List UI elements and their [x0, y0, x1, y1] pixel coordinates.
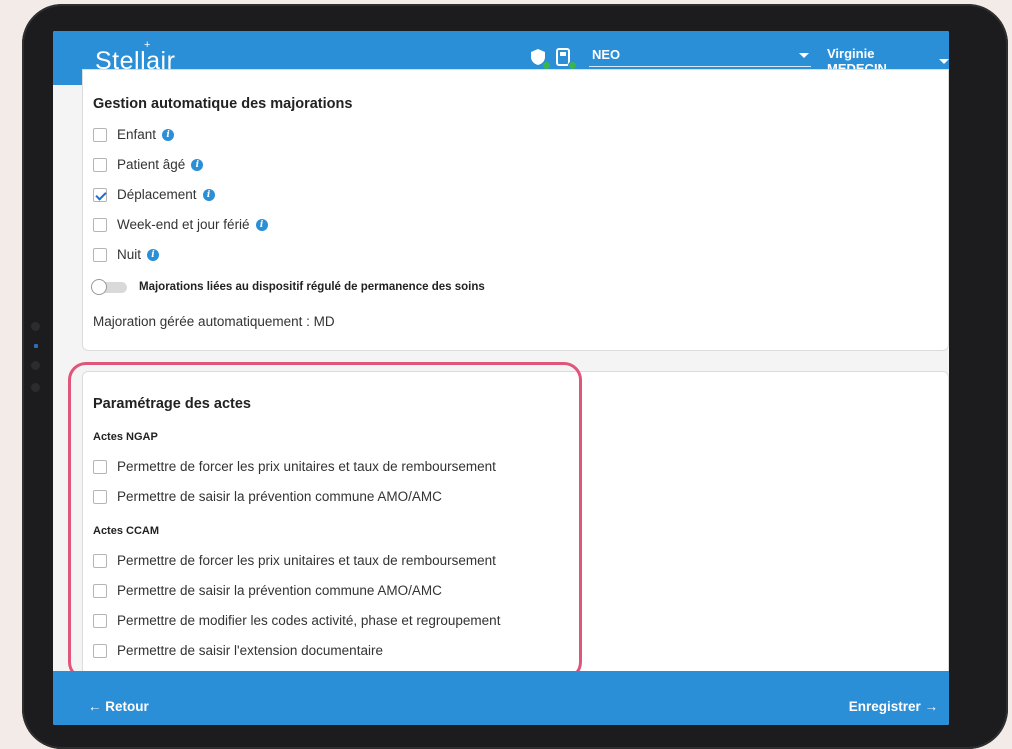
info-icon[interactable]: i — [191, 158, 204, 171]
option-label: Week-end et jour férié — [117, 217, 250, 232]
option-enfant[interactable]: Enfant i — [93, 127, 175, 142]
app-screen: Stellair + NEO Virginie MEDECIN Gestion … — [53, 31, 949, 725]
auto-majoration-text: Majoration gérée automatiquement : MD — [93, 314, 335, 329]
security-shield-icon[interactable] — [530, 48, 551, 70]
info-icon[interactable]: i — [147, 248, 160, 261]
checkbox[interactable] — [93, 127, 107, 142]
info-icon[interactable]: i — [202, 188, 215, 201]
option-deplacement[interactable]: Déplacement i — [93, 187, 215, 202]
checkbox[interactable] — [93, 247, 107, 262]
option-weekend[interactable]: Week-end et jour férié i — [93, 217, 268, 232]
caret-down-icon — [939, 58, 949, 64]
option-patient-age[interactable]: Patient âgé i — [93, 157, 204, 172]
checkbox[interactable] — [93, 157, 107, 172]
card-reader-icon[interactable] — [556, 48, 577, 70]
status-icons — [530, 48, 577, 70]
majorations-title: Gestion automatique des majorations — [93, 96, 353, 112]
permanence-soins-toggle-row[interactable]: Majorations liées au dispositif régulé d… — [91, 278, 485, 295]
option-label: Patient âgé — [117, 157, 186, 172]
checkbox[interactable] — [93, 217, 107, 232]
device-select-value: NEO — [592, 47, 621, 62]
info-icon[interactable]: i — [255, 218, 268, 231]
option-label: Déplacement — [117, 187, 197, 202]
option-label: Nuit — [117, 247, 142, 262]
toggle-label: Majorations liées au dispositif régulé d… — [139, 281, 485, 293]
save-button[interactable]: Enregistrer → — [849, 699, 938, 714]
option-label: Enfant — [117, 127, 157, 142]
checkbox-checked[interactable] — [93, 187, 107, 202]
info-icon[interactable]: i — [162, 128, 175, 141]
toggle-switch[interactable] — [91, 278, 127, 295]
back-button[interactable]: ← Retour — [88, 699, 149, 714]
tablet-sensors — [31, 322, 41, 405]
device-select[interactable]: NEO — [589, 47, 811, 67]
toggle-knob — [91, 278, 107, 295]
highlight-annotation — [68, 362, 582, 680]
option-nuit[interactable]: Nuit i — [93, 247, 160, 262]
majorations-card: Gestion automatique des majorations Enfa… — [82, 69, 949, 351]
bottom-bar: ← Retour Enregistrer → — [53, 671, 949, 725]
caret-down-icon — [799, 53, 809, 58]
logo-star-icon: + — [144, 39, 151, 51]
